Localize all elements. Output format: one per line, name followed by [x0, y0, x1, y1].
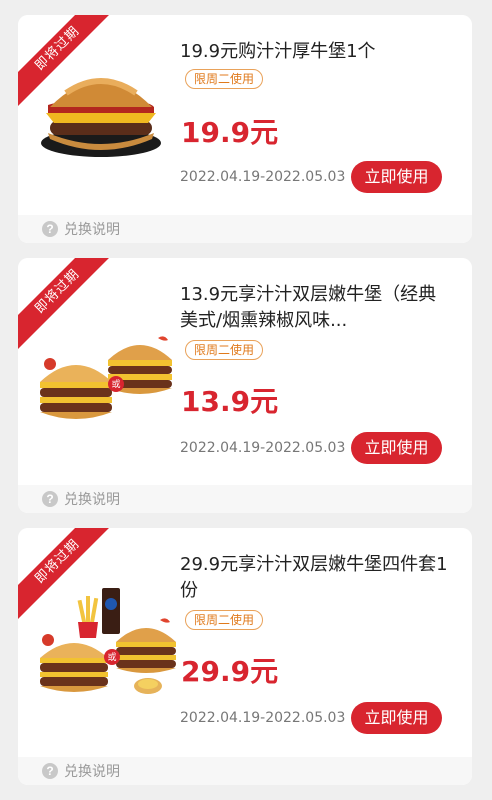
- redeem-instructions-link[interactable]: ? 兑换说明: [18, 485, 472, 513]
- expiring-ribbon: 即将过期: [18, 15, 118, 115]
- redeem-instructions-label: 兑换说明: [64, 764, 120, 780]
- help-icon: ?: [42, 491, 58, 507]
- coupon-title: 13.9元享汁汁双层嫩牛堡（经典美式/烟熏辣椒风味...: [180, 284, 437, 331]
- help-icon: ?: [42, 221, 58, 237]
- usage-restriction-badge: 限周二使用: [185, 340, 264, 360]
- coupon-card[interactable]: 即将过期 19.9元购汁汁厚牛堡1个 限周二使用 19.9元 2022.04.1…: [18, 15, 472, 243]
- use-now-button[interactable]: 立即使用: [351, 432, 442, 464]
- coupon-price: 19.9元: [181, 116, 279, 149]
- coupon-card[interactable]: 或 即将过期 13.9元享汁汁双层嫩牛堡（经典美式/烟熏辣椒风味... 限周二使…: [18, 258, 472, 513]
- or-label: 或: [107, 653, 117, 663]
- redeem-instructions-link[interactable]: ? 兑换说明: [18, 215, 472, 243]
- usage-restriction-badge: 限周二使用: [185, 69, 264, 89]
- ribbon-label: 即将过期: [18, 528, 118, 628]
- coupon-price: 29.9元: [181, 655, 279, 688]
- valid-dates: 2022.04.19-2022.05.03: [180, 440, 346, 456]
- use-now-button[interactable]: 立即使用: [351, 702, 442, 734]
- redeem-instructions-label: 兑换说明: [64, 492, 120, 508]
- coupon-title: 29.9元享汁汁双层嫩牛堡四件套1份: [180, 554, 448, 601]
- ribbon-label: 即将过期: [18, 15, 118, 115]
- coupon-card[interactable]: 或 即将过期 29.9元享汁汁双层嫩牛堡四件套1份 限周二使用 29.9元 20…: [18, 528, 472, 785]
- valid-dates: 2022.04.19-2022.05.03: [180, 710, 346, 726]
- usage-restriction-badge: 限周二使用: [185, 610, 264, 630]
- expiring-ribbon: 即将过期: [18, 528, 118, 628]
- help-icon: ?: [42, 763, 58, 779]
- expiring-ribbon: 即将过期: [18, 258, 118, 358]
- ribbon-label: 即将过期: [18, 258, 118, 358]
- redeem-instructions-link[interactable]: ? 兑换说明: [18, 757, 472, 785]
- valid-dates: 2022.04.19-2022.05.03: [180, 169, 346, 185]
- coupon-title: 19.9元购汁汁厚牛堡1个: [180, 41, 376, 62]
- use-now-button[interactable]: 立即使用: [351, 161, 442, 193]
- or-label: 或: [111, 380, 121, 390]
- coupon-price: 13.9元: [181, 385, 279, 418]
- redeem-instructions-label: 兑换说明: [64, 222, 120, 238]
